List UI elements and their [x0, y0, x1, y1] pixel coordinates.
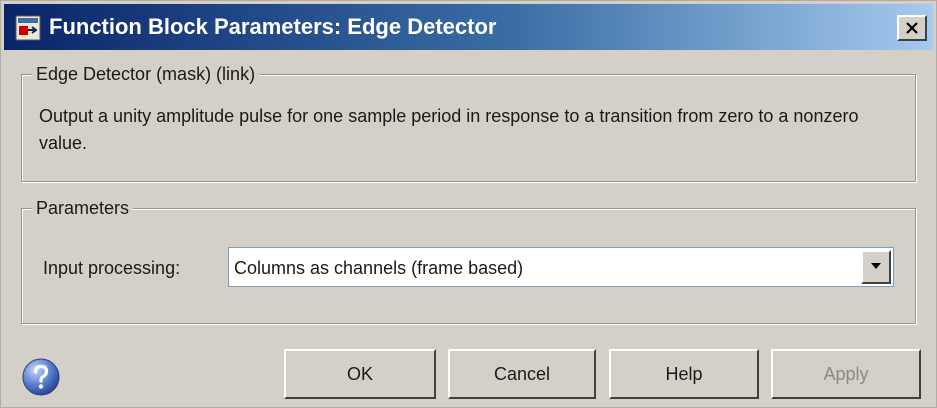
title-bar[interactable]: Function Block Parameters: Edge Detector	[4, 4, 933, 50]
description-group-legend: Edge Detector (mask) (link)	[32, 62, 260, 86]
simulink-block-icon	[15, 15, 41, 41]
input-processing-select[interactable]: Columns as channels (frame based)	[228, 247, 894, 287]
input-processing-label: Input processing:	[43, 258, 181, 278]
ok-button[interactable]: OK	[284, 349, 436, 399]
apply-button[interactable]: Apply	[771, 349, 921, 399]
help-button[interactable]: Help	[609, 349, 759, 399]
description-group: Edge Detector (mask) (link) Output a uni…	[21, 62, 916, 182]
cancel-button[interactable]: Cancel	[448, 349, 596, 399]
chevron-down-icon	[871, 263, 881, 269]
help-circle-icon[interactable]	[21, 357, 61, 397]
close-icon	[906, 22, 918, 34]
input-processing-value: Columns as channels (frame based)	[234, 258, 524, 278]
window-title: Function Block Parameters: Edge Detector	[49, 14, 497, 39]
close-button[interactable]	[897, 15, 927, 41]
block-description: Output a unity amplitude pulse for one s…	[39, 106, 859, 153]
parameters-group-legend: Parameters	[32, 196, 134, 220]
dialog-window: Function Block Parameters: Edge Detector…	[0, 0, 937, 408]
dropdown-button[interactable]	[861, 250, 891, 284]
parameters-group: Parameters Input processing: Columns as …	[21, 196, 916, 324]
